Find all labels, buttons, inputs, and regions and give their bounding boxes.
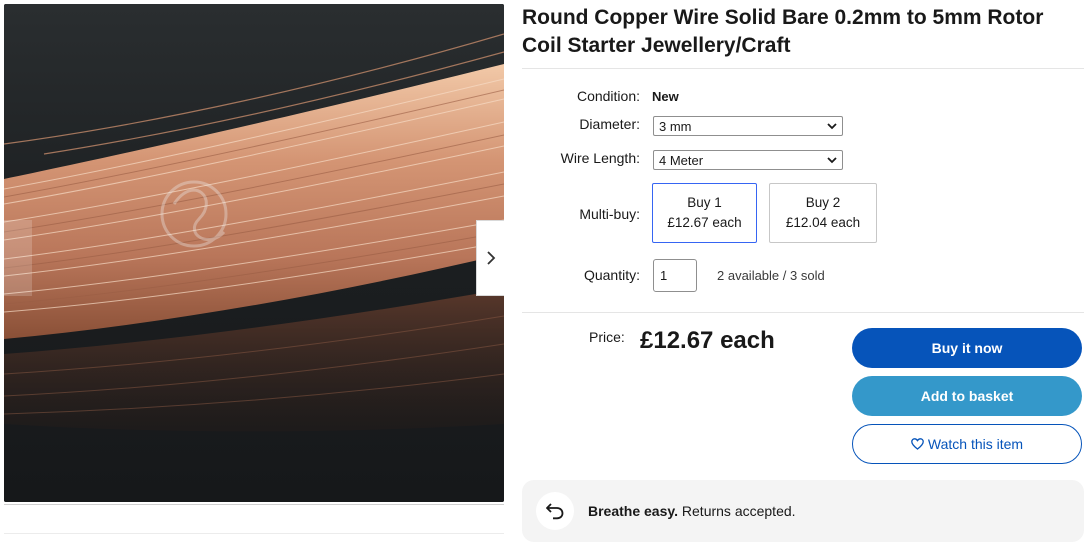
price-value: £12.67 each xyxy=(640,327,775,354)
diameter-select[interactable]: 3 mm xyxy=(653,116,843,136)
returns-banner: Breathe easy. Returns accepted. xyxy=(522,480,1084,542)
condition-label: Condition: xyxy=(576,88,640,104)
multibuy-option-label: Buy 2 xyxy=(805,195,841,210)
multibuy-option-2[interactable]: Buy 2 £12.04 each xyxy=(769,183,877,243)
buy-it-now-button[interactable]: Buy it now xyxy=(852,328,1082,368)
multibuy-option-price: £12.67 each xyxy=(667,215,742,230)
return-arrow-icon xyxy=(536,492,574,530)
listing-title: Round Copper Wire Solid Bare 0.2mm to 5m… xyxy=(522,6,1044,57)
multibuy-option-1[interactable]: Buy 1 £12.67 each xyxy=(652,183,757,243)
product-image-gallery[interactable] xyxy=(4,4,504,502)
multibuy-label: Multi-buy: xyxy=(579,206,640,222)
diameter-selected-value: 3 mm xyxy=(659,118,692,134)
returns-bold: Breathe easy. xyxy=(588,503,679,519)
quantity-label: Quantity: xyxy=(583,267,640,283)
chevron-down-icon xyxy=(827,156,837,163)
condition-value: New xyxy=(652,89,679,104)
wire-length-label: Wire Length: xyxy=(560,150,640,166)
availability-text: 2 available / 3 sold xyxy=(717,268,825,283)
divider xyxy=(4,533,504,534)
divider xyxy=(522,312,1084,313)
wire-length-select[interactable]: 4 Meter xyxy=(653,150,843,170)
quantity-input[interactable]: 1 xyxy=(653,259,697,292)
gallery-next-button[interactable] xyxy=(476,220,504,296)
add-to-basket-button[interactable]: Add to basket xyxy=(852,376,1082,416)
price-label: Price: xyxy=(589,329,625,345)
returns-detail: Returns accepted. xyxy=(678,503,796,519)
divider xyxy=(522,68,1084,69)
wire-length-selected-value: 4 Meter xyxy=(659,152,704,168)
multibuy-option-label: Buy 1 xyxy=(687,195,722,210)
returns-text: Breathe easy. Returns accepted. xyxy=(588,503,796,519)
diameter-label: Diameter: xyxy=(579,116,640,132)
chevron-right-icon xyxy=(486,251,495,265)
heart-icon xyxy=(911,438,924,450)
multibuy-option-price: £12.04 each xyxy=(785,215,861,230)
product-photo xyxy=(4,4,504,502)
watch-item-label: Watch this item xyxy=(927,436,1024,452)
chevron-down-icon xyxy=(827,122,837,129)
watch-item-button[interactable]: Watch this item xyxy=(852,424,1082,464)
divider xyxy=(4,504,504,505)
gallery-prev-area xyxy=(4,220,32,296)
